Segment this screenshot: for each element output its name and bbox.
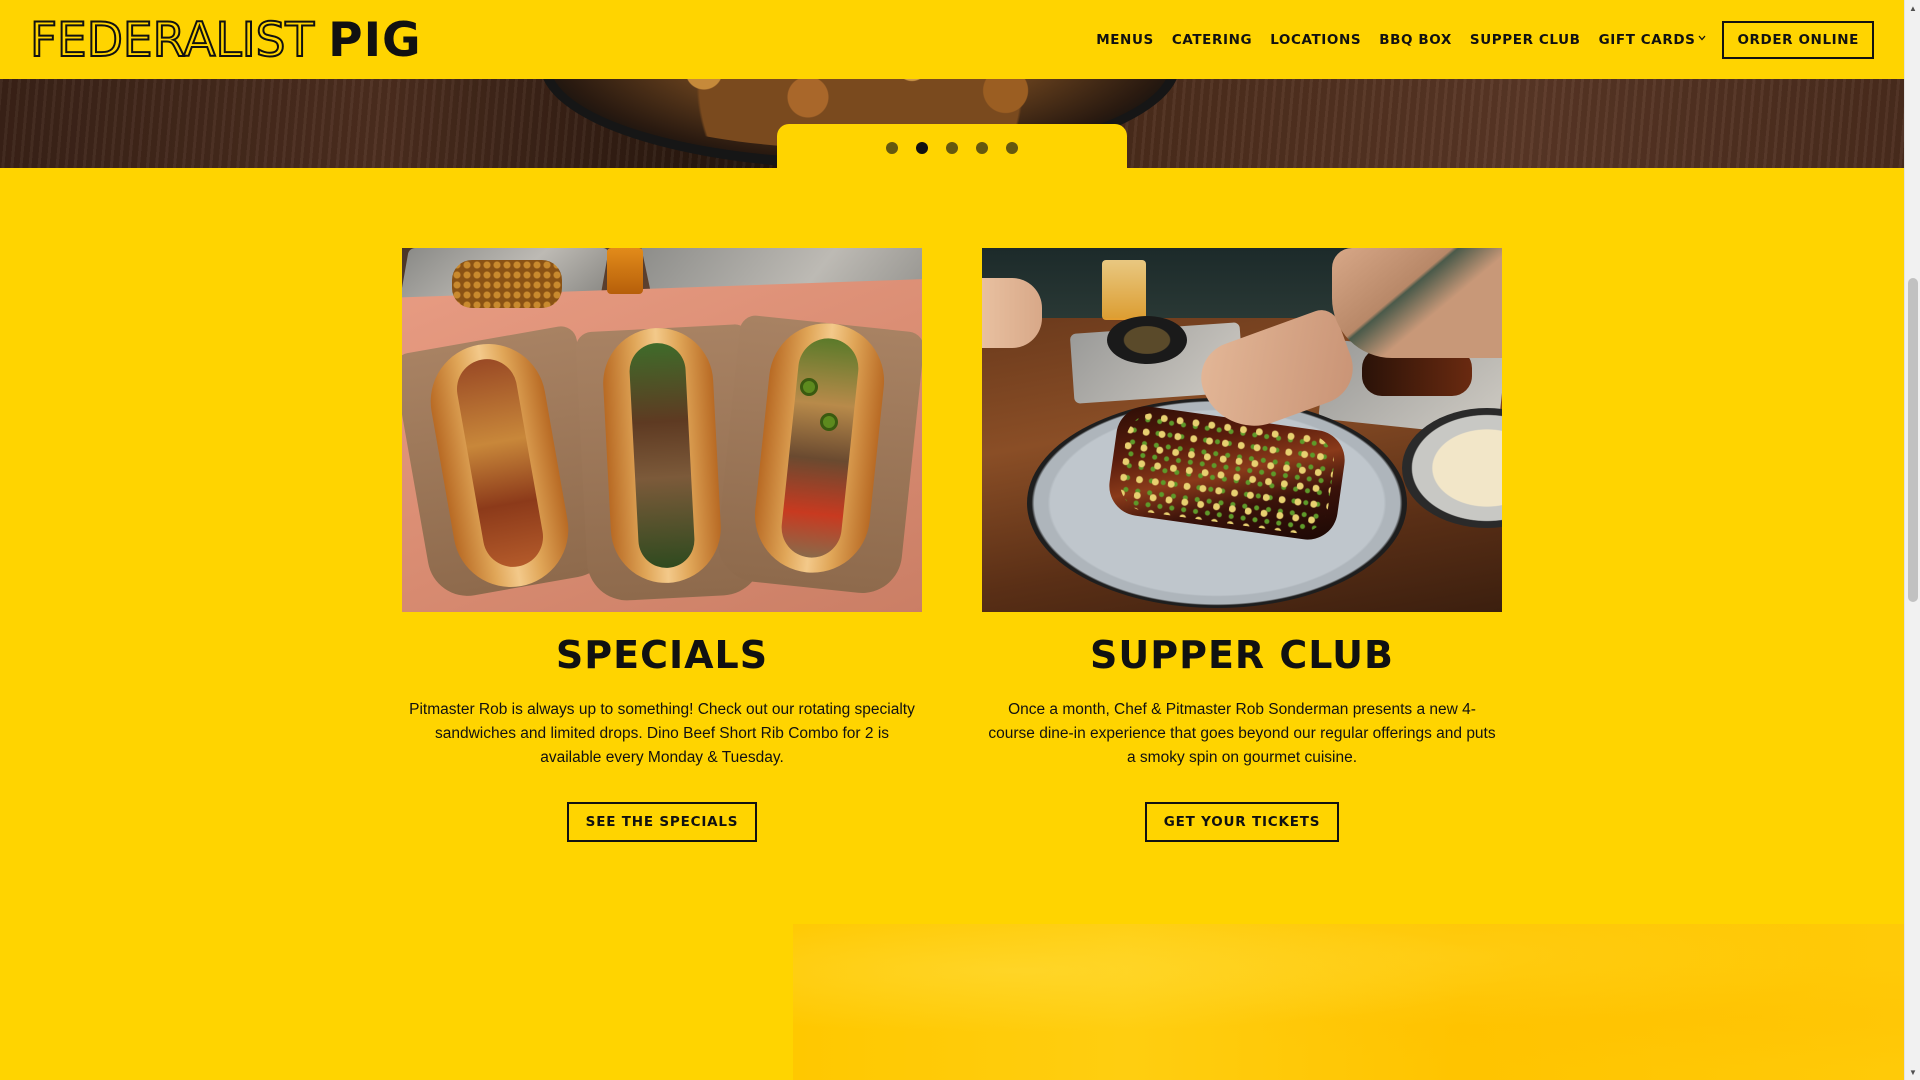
next-section-image xyxy=(793,924,1904,1080)
carousel-pagination xyxy=(777,124,1127,170)
dip-bowl xyxy=(1107,316,1187,364)
site-header: FEDERALIST PIG MENUS CATERING LOCATIONS … xyxy=(0,0,1904,79)
see-the-specials-button[interactable]: SEE THE SPECIALS xyxy=(566,801,758,842)
sauce-cup-image xyxy=(607,248,643,294)
nav-catering[interactable]: CATERING xyxy=(1172,32,1252,48)
jalapeno-slice xyxy=(800,378,818,396)
supper-club-button-wrap: GET YOUR TICKETS xyxy=(982,801,1502,842)
nav-gift-cards[interactable]: GIFT CARDS xyxy=(1599,32,1707,48)
nav-gift-cards-label: GIFT CARDS xyxy=(1598,31,1696,48)
scroll-down-arrow-icon[interactable]: ▼ xyxy=(1905,1064,1920,1080)
carousel-dot-3[interactable] xyxy=(946,142,958,154)
supper-club-title: SUPPER CLUB xyxy=(1090,633,1394,677)
specials-title: SPECIALS xyxy=(555,633,769,677)
chevron-down-icon xyxy=(1698,33,1706,44)
specials-photo xyxy=(402,248,922,612)
carousel-dot-2[interactable] xyxy=(916,142,928,154)
main-nav: MENUS CATERING LOCATIONS BBQ BOX SUPPER … xyxy=(1078,0,1874,79)
order-online-button[interactable]: ORDER ONLINE xyxy=(1722,20,1874,59)
logo-word-outline: FEDERALIST xyxy=(29,12,315,68)
jalapeno-slice xyxy=(820,413,838,431)
specials-button-wrap: SEE THE SPECIALS xyxy=(402,801,922,842)
nav-menus[interactable]: MENUS xyxy=(1096,32,1154,48)
scrollbar-thumb[interactable] xyxy=(1908,278,1918,602)
specials-description: Pitmaster Rob is always up to something!… xyxy=(409,700,915,766)
get-your-tickets-button[interactable]: GET YOUR TICKETS xyxy=(1144,801,1340,842)
specials-card: SPECIALS Pitmaster Rob is always up to s… xyxy=(402,248,922,842)
hot-dog-filling xyxy=(628,341,696,570)
nav-supper-club[interactable]: SUPPER CLUB xyxy=(1470,32,1581,48)
nav-locations[interactable]: LOCATIONS xyxy=(1270,32,1361,48)
carousel-dot-4[interactable] xyxy=(976,142,988,154)
site-logo[interactable]: FEDERALIST PIG xyxy=(29,12,422,68)
supper-club-photo xyxy=(982,248,1502,612)
tattooed-arm-image xyxy=(1332,248,1502,358)
supper-club-description: Once a month, Chef & Pitmaster Rob Sonde… xyxy=(988,700,1496,766)
supper-club-card: SUPPER CLUB Once a month, Chef & Pitmast… xyxy=(982,248,1502,842)
drink-glass xyxy=(1102,260,1146,320)
carousel-dot-5[interactable] xyxy=(1006,142,1018,154)
hand-image xyxy=(982,278,1042,348)
corn-image xyxy=(452,260,562,308)
nav-bbq-box[interactable]: BBQ BOX xyxy=(1379,32,1452,48)
carousel-dot-1[interactable] xyxy=(886,142,898,154)
banner-texture xyxy=(793,924,1904,1080)
page-scrollbar[interactable]: ▲ ▼ xyxy=(1904,0,1920,1080)
scroll-up-arrow-icon[interactable]: ▲ xyxy=(1905,0,1920,16)
logo-word-solid: PIG xyxy=(328,12,422,68)
